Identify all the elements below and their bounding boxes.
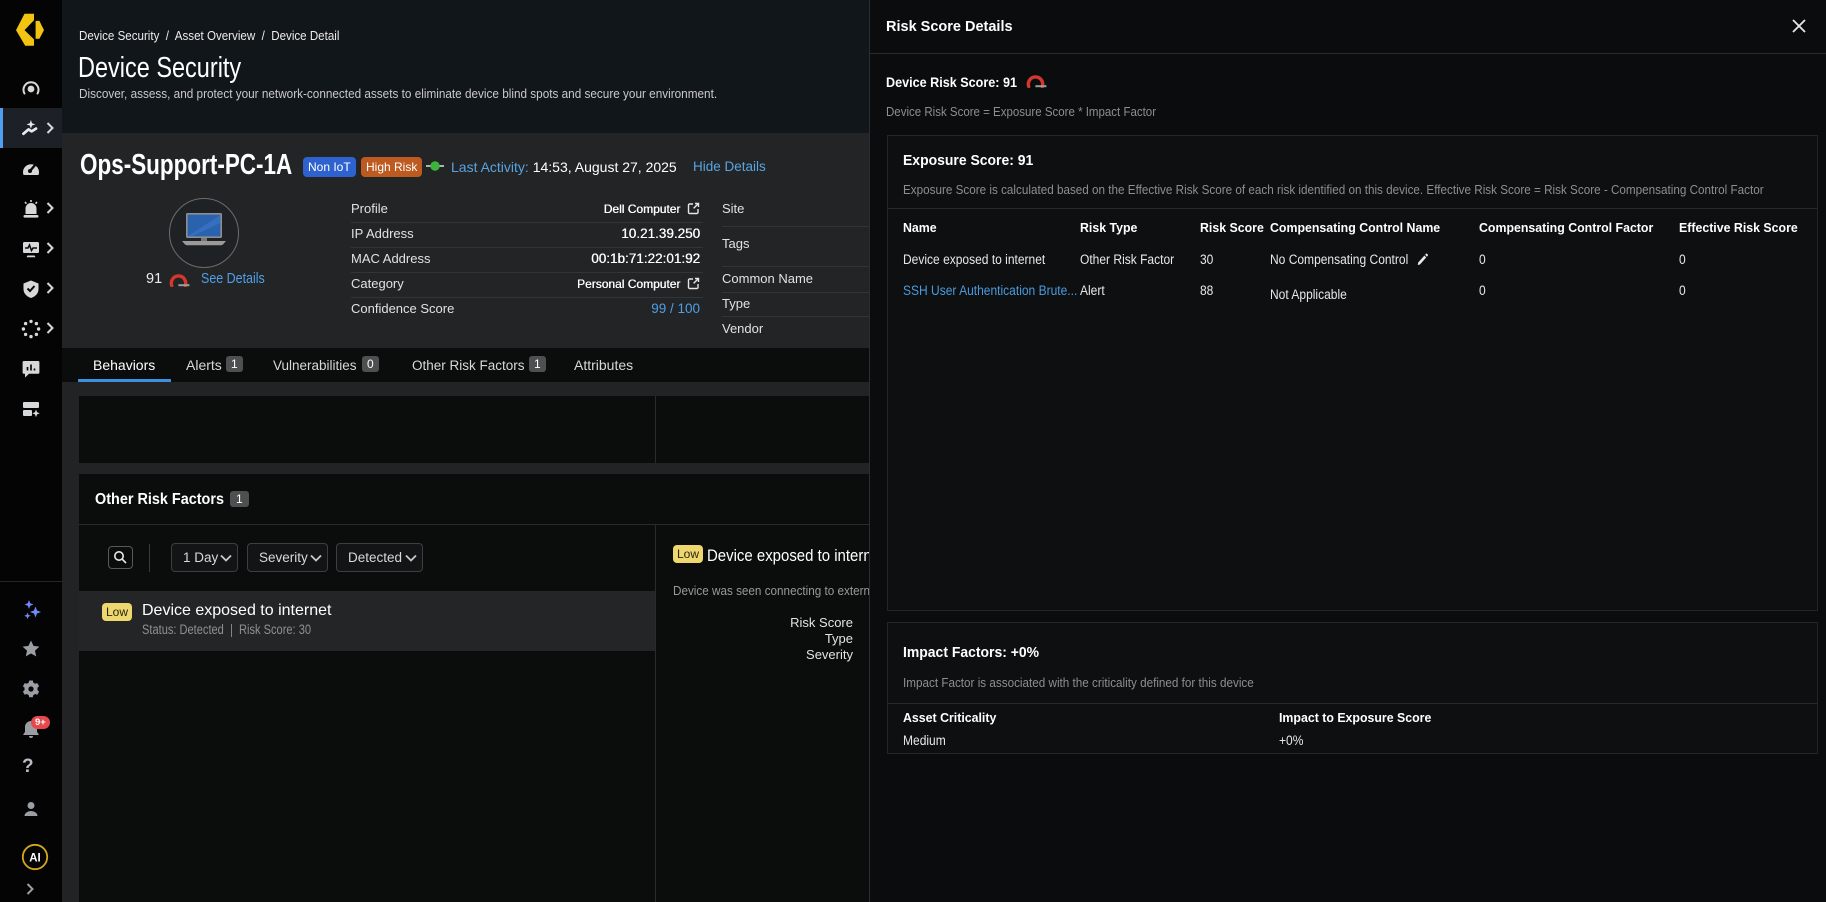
svg-text:AI: AI [29, 852, 41, 864]
